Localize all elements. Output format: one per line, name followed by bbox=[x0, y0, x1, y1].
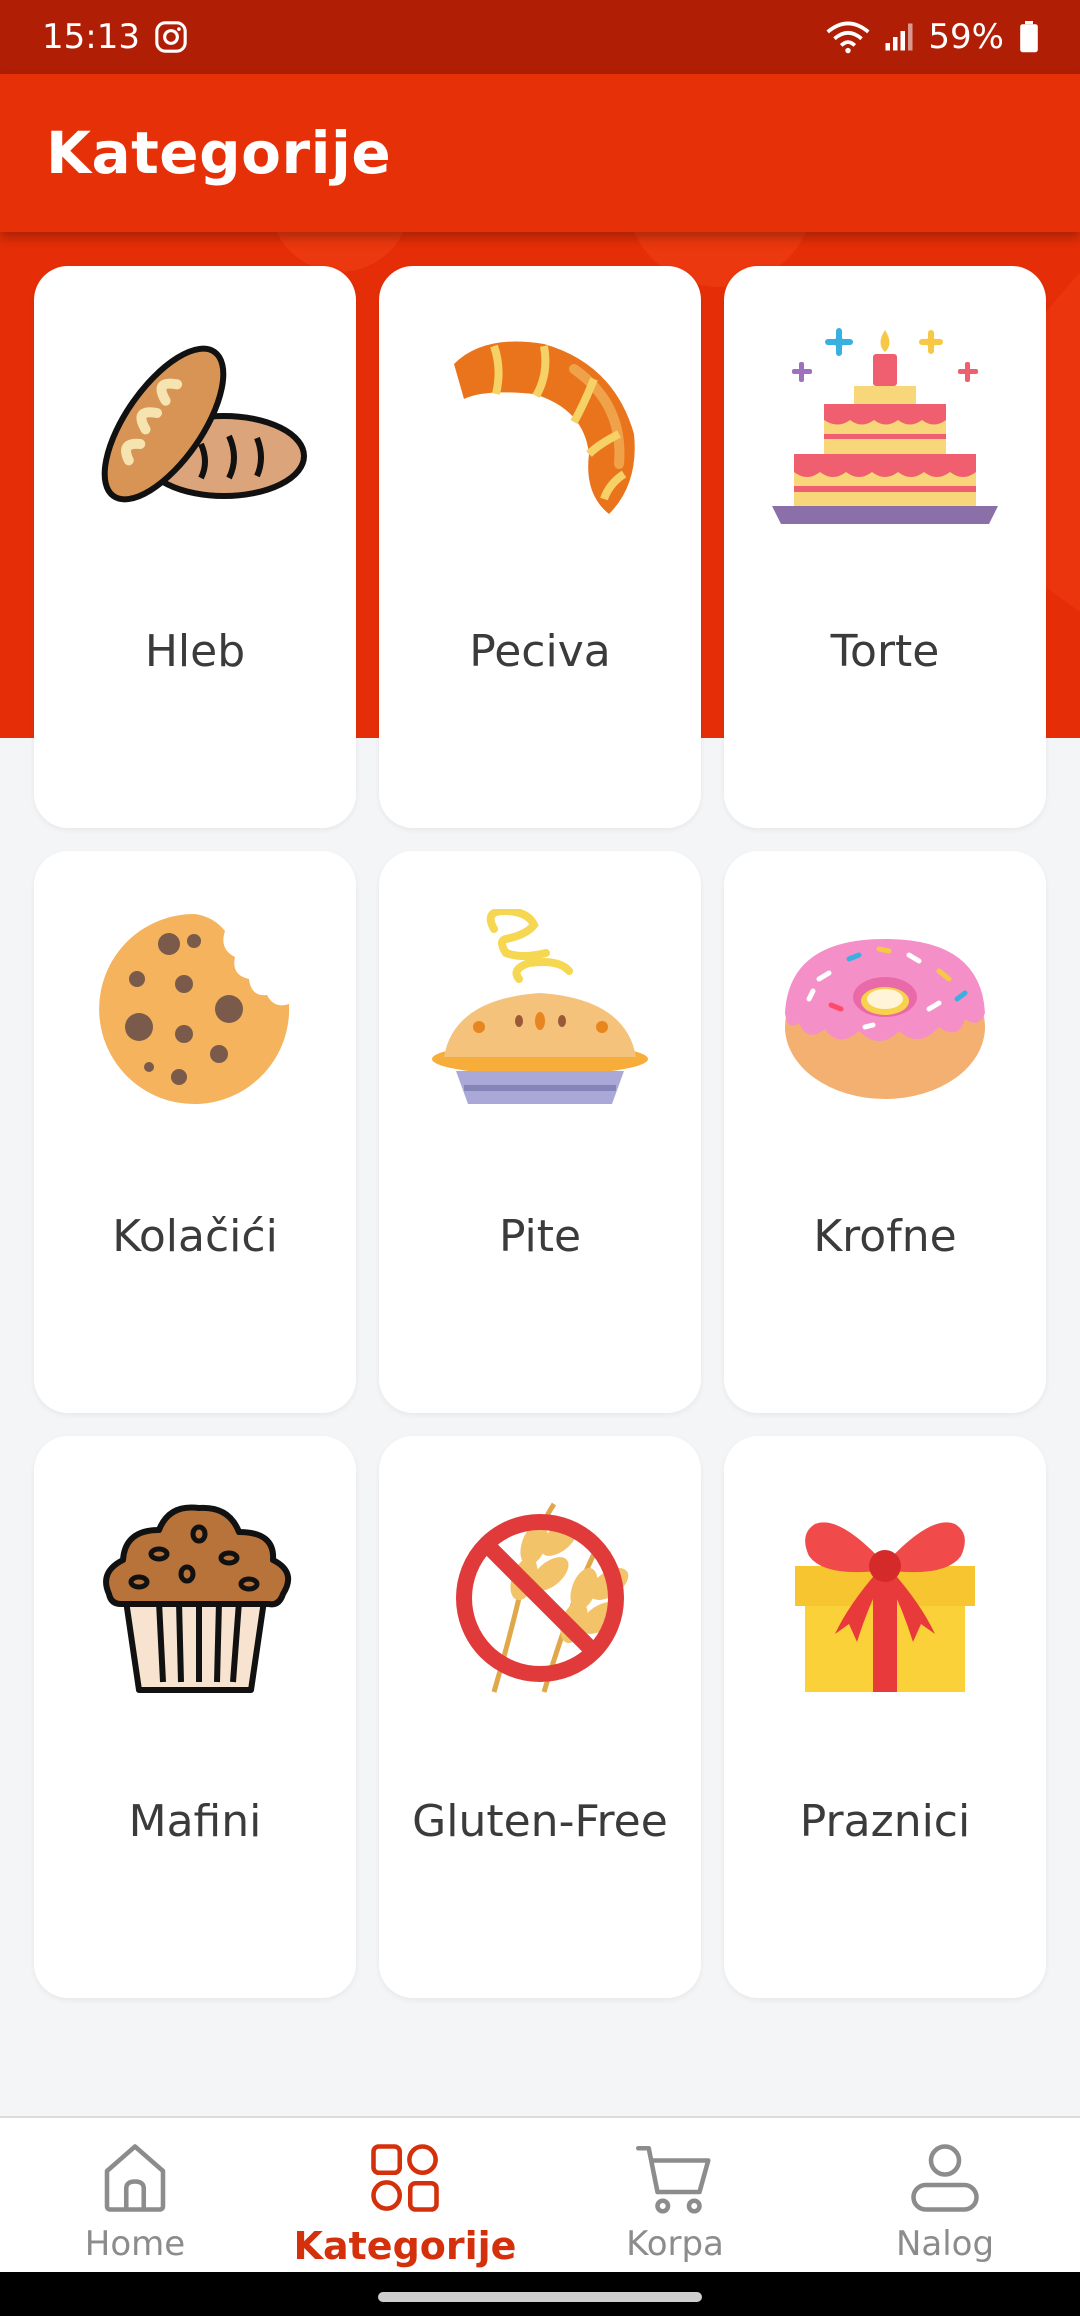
status-time: 15:13 bbox=[42, 17, 140, 57]
nav-label: Korpa bbox=[626, 2224, 724, 2264]
cart-icon bbox=[635, 2145, 711, 2214]
category-label: Torte bbox=[830, 626, 940, 677]
category-card-hleb[interactable]: Hleb bbox=[34, 266, 356, 828]
app-bar: Kategorije bbox=[0, 74, 1080, 232]
gift-icon bbox=[795, 1522, 975, 1692]
category-label: Peciva bbox=[469, 626, 611, 677]
gluten-free-icon bbox=[456, 1502, 629, 1693]
wifi-icon bbox=[826, 21, 870, 54]
category-card-kolacici[interactable]: Kolačići bbox=[34, 851, 356, 1413]
battery-percent: 59% bbox=[928, 17, 1004, 57]
nav-item-kategorije[interactable]: Kategorije bbox=[270, 2118, 540, 2274]
home-gesture-handle[interactable] bbox=[378, 2292, 702, 2302]
cake-icon bbox=[772, 328, 998, 524]
bottom-navigation: Home Kategorije Korpa Nalog bbox=[0, 2116, 1080, 2274]
category-label: Krofne bbox=[813, 1211, 957, 1262]
category-card-mafini[interactable]: Mafini bbox=[34, 1436, 356, 1998]
nav-label: Nalog bbox=[895, 2224, 995, 2264]
nav-item-korpa[interactable]: Korpa bbox=[540, 2118, 810, 2274]
gesture-bar bbox=[0, 2272, 1080, 2316]
muffin-icon bbox=[103, 1504, 292, 1693]
page-title: Kategorije bbox=[46, 119, 392, 187]
nav-label: Kategorije bbox=[293, 2224, 517, 2268]
category-grid: Hleb Peciva Torte Kolačići Pite Krofne M… bbox=[34, 266, 1046, 1998]
category-card-pite[interactable]: Pite bbox=[379, 851, 701, 1413]
bread-icon bbox=[101, 345, 307, 503]
account-icon bbox=[911, 2144, 979, 2212]
category-card-gluten-free[interactable]: Gluten-Free bbox=[379, 1436, 701, 1998]
croissant-icon bbox=[454, 341, 635, 514]
battery-icon bbox=[1020, 21, 1038, 53]
nav-item-home[interactable]: Home bbox=[0, 2118, 270, 2274]
donut-icon bbox=[785, 939, 985, 1099]
nav-item-nalog[interactable]: Nalog bbox=[810, 2118, 1080, 2274]
instagram-icon bbox=[155, 21, 187, 53]
pie-icon bbox=[432, 909, 648, 1104]
signal-icon bbox=[885, 23, 913, 51]
category-label: Pite bbox=[498, 1211, 582, 1262]
category-card-praznici[interactable]: Praznici bbox=[724, 1436, 1046, 1998]
category-label: Hleb bbox=[144, 626, 246, 677]
category-label: Praznici bbox=[799, 1796, 971, 1847]
category-card-torte[interactable]: Torte bbox=[724, 266, 1046, 828]
nav-label: Home bbox=[84, 2224, 186, 2264]
home-icon bbox=[104, 2144, 166, 2212]
status-bar: 15:13 59% bbox=[0, 0, 1080, 74]
category-card-krofne[interactable]: Krofne bbox=[724, 851, 1046, 1413]
category-label: Gluten-Free bbox=[412, 1796, 668, 1847]
category-label: Mafini bbox=[128, 1796, 262, 1847]
category-label: Kolačići bbox=[112, 1211, 278, 1262]
category-card-peciva[interactable]: Peciva bbox=[379, 266, 701, 828]
categories-icon bbox=[371, 2144, 439, 2212]
cookie-icon bbox=[99, 913, 290, 1104]
